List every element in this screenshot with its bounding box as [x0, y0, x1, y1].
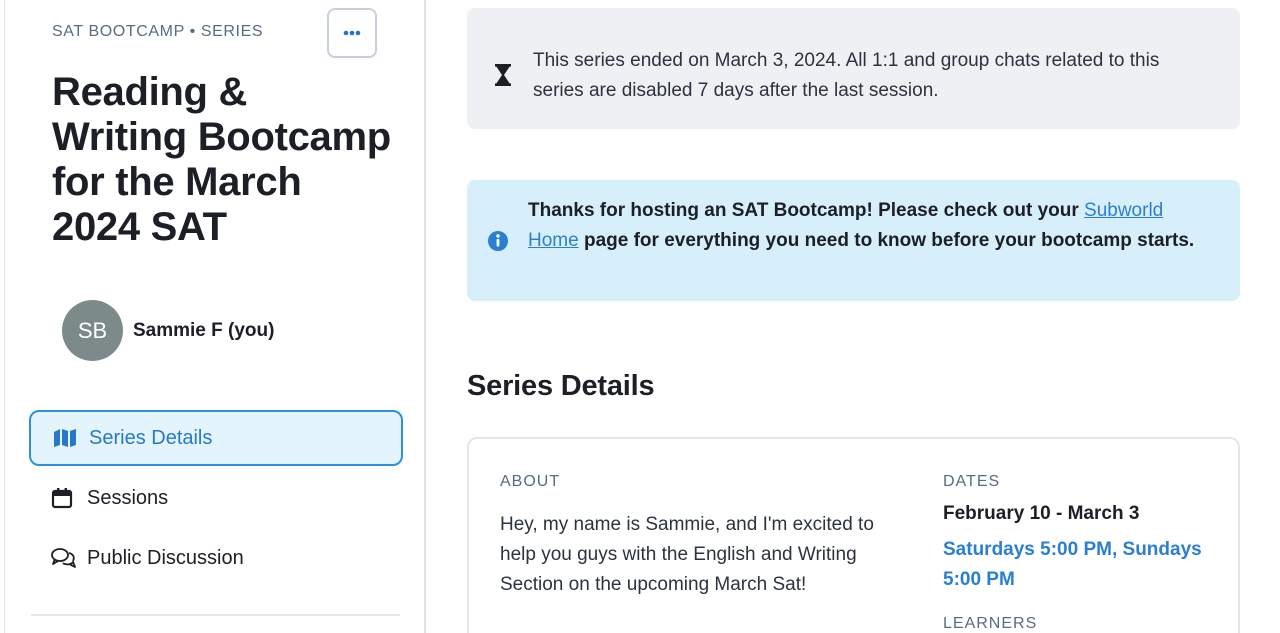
sidebar: SAT BOOTCAMP • SERIES Reading & Writing …: [4, 0, 426, 633]
nav-label: Series Details: [89, 426, 213, 449]
more-horizontal-icon: [343, 30, 361, 36]
host-name: Sammie F (you): [133, 319, 275, 341]
hosting-info-text: Thanks for hosting an SAT Bootcamp! Plea…: [528, 196, 1208, 256]
nav-item-series-details[interactable]: Series Details: [29, 410, 403, 466]
info-text-before: Thanks for hosting an SAT Bootcamp! Plea…: [528, 200, 1085, 221]
about-text: Hey, my name is Sammie, and I'm excited …: [500, 514, 874, 595]
schedule: Saturdays 5:00 PM, Sundays 5:00 PM: [943, 539, 1202, 590]
more-options-button[interactable]: [327, 8, 377, 58]
info-icon: [487, 230, 509, 257]
series-ended-banner: This series ended on March 3, 2024. All …: [467, 8, 1240, 129]
section-title: Series Details: [467, 370, 655, 402]
avatar: SB: [62, 300, 123, 361]
series-ended-text: This series ended on March 3, 2024. All …: [533, 50, 1160, 101]
hosting-info-banner: Thanks for hosting an SAT Bootcamp! Plea…: [467, 180, 1240, 301]
learners-label: LEARNERS: [943, 615, 1038, 632]
date-range: February 10 - March 3: [943, 503, 1140, 524]
calendar-icon: [51, 486, 77, 510]
hourglass-icon: [495, 64, 511, 91]
series-title: Reading & Writing Bootcamp for the March…: [52, 70, 391, 249]
series-eyebrow: SAT BOOTCAMP • SERIES: [52, 23, 264, 40]
map-icon: [53, 426, 79, 450]
info-text-after: page for everything you need to know bef…: [578, 230, 1195, 251]
dates-label: DATES: [943, 473, 1001, 490]
nav-item-sessions[interactable]: Sessions: [29, 470, 403, 526]
chat-bubbles-icon: [51, 546, 77, 570]
sidebar-divider: [31, 614, 400, 616]
nav-item-public-discussion[interactable]: Public Discussion: [29, 530, 403, 586]
nav-label: Public Discussion: [87, 546, 244, 569]
about-label: ABOUT: [500, 473, 561, 490]
nav-label: Sessions: [87, 486, 169, 509]
series-details-card: ABOUT Hey, my name is Sammie, and I'm ex…: [467, 437, 1240, 633]
host: SB Sammie F (you): [62, 300, 274, 361]
